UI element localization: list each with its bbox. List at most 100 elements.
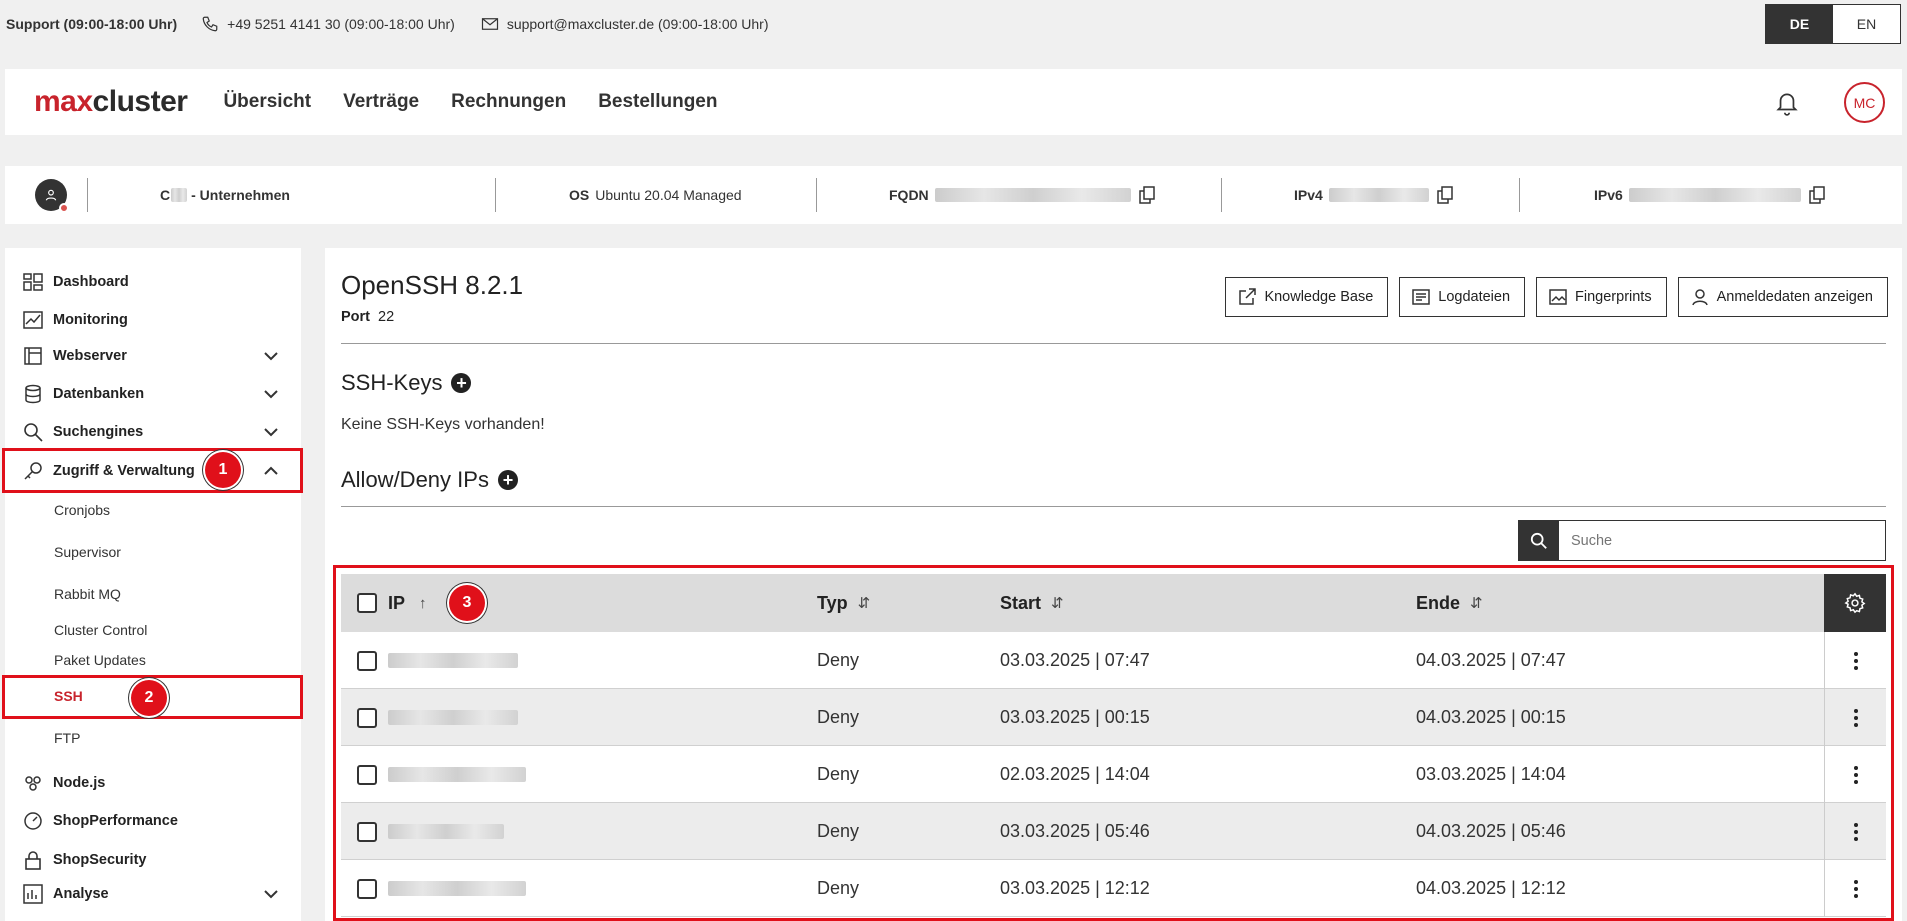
sidebar-subitem-ftp[interactable]: FTP — [54, 730, 80, 746]
fqdn-redacted — [934, 188, 1131, 202]
sidebar-subitem-paket-updates[interactable]: Paket Updates — [54, 652, 146, 668]
support-phone[interactable]: +49 5251 4141 30 (09:00-18:00 Uhr) — [201, 15, 455, 33]
nav-bestellungen[interactable]: Bestellungen — [598, 91, 717, 113]
support-phone-text: +49 5251 4141 30 (09:00-18:00 Uhr) — [227, 16, 455, 32]
ipv4-redacted — [1328, 188, 1429, 202]
ssh-keys-title: SSH-Keys — [341, 370, 443, 395]
sidebar-item-dashboard[interactable]: Dashboard — [5, 264, 301, 300]
sidebar-item-datenbanken[interactable]: Datenbanken — [5, 376, 301, 412]
lang-de-button[interactable]: DE — [1766, 5, 1833, 43]
logo-max: max — [34, 85, 93, 118]
nav-vertraege[interactable]: Verträge — [343, 91, 419, 113]
server-user-icon — [35, 179, 69, 213]
sidebar-item-label: Analyse — [53, 886, 109, 902]
sidebar-item-label: Monitoring — [53, 312, 128, 328]
port-info: Port 22 — [341, 309, 394, 325]
divider — [816, 178, 817, 212]
search-icon — [22, 421, 44, 443]
add-ssh-key-icon[interactable]: + — [451, 373, 472, 393]
status-dot — [59, 203, 69, 213]
sidebar-item-shopsecurity[interactable]: ShopSecurity — [5, 842, 301, 878]
search-button[interactable] — [1519, 521, 1559, 560]
log-icon — [1412, 289, 1431, 305]
nav-uebersicht[interactable]: Übersicht — [223, 91, 311, 113]
gauge-icon — [22, 810, 44, 832]
divider — [341, 343, 1886, 344]
sidebar-subitem-supervisor[interactable]: Supervisor — [54, 544, 121, 560]
action-buttons: Knowledge Base Logdateien Fingerprints A… — [1214, 277, 1888, 317]
highlight-box-3 — [333, 565, 1894, 921]
support-title: Support (09:00-18:00 Uhr) — [6, 16, 178, 32]
customer-suffix: - Unternehmen — [191, 187, 290, 203]
logo[interactable]: max cluster — [34, 85, 188, 119]
divider — [495, 178, 496, 212]
sidebar-item-suchengines[interactable]: Suchengines — [5, 414, 301, 450]
dashboard-icon — [22, 271, 44, 293]
fqdn-label: FQDN — [889, 187, 929, 203]
allow-deny-title: Allow/Deny IPs — [341, 467, 489, 492]
sidebar-item-webserver[interactable]: Webserver — [5, 338, 301, 374]
ssh-keys-empty-message: Keine SSH-Keys vorhanden! — [341, 416, 545, 433]
ipv6-label: IPv6 — [1594, 187, 1623, 203]
sidebar-item-monitoring[interactable]: Monitoring — [5, 302, 301, 338]
fqdn-info: FQDN — [889, 166, 1155, 224]
sidebar-item-label: Node.js — [53, 775, 106, 791]
sidebar-item-label: Datenbanken — [53, 386, 145, 402]
logo-cluster: cluster — [92, 85, 188, 118]
customer-redacted — [171, 188, 188, 202]
sidebar-item-label: ShopSecurity — [53, 852, 147, 868]
sidebar-item-nodejs[interactable]: Node.js — [5, 765, 301, 801]
ipv6-redacted — [1628, 188, 1801, 202]
monitoring-icon — [22, 309, 44, 331]
main-nav: Übersicht Verträge Rechnungen Bestellung… — [223, 91, 749, 113]
support-email[interactable]: support@maxcluster.de (09:00-18:00 Uhr) — [481, 16, 769, 32]
user-avatar[interactable]: MC — [1844, 82, 1885, 123]
copy-ipv6-icon[interactable] — [1809, 186, 1825, 204]
support-email-text: support@maxcluster.de (09:00-18:00 Uhr) — [506, 16, 769, 32]
sidebar-item-shopperformance[interactable]: ShopPerformance — [5, 803, 301, 839]
copy-fqdn-icon[interactable] — [1138, 186, 1155, 204]
highlight-box-1 — [2, 448, 303, 493]
anmeldedaten-button[interactable]: Anmeldedaten anzeigen — [1677, 277, 1888, 317]
lang-en-button[interactable]: EN — [1833, 5, 1900, 43]
copy-ipv4-icon[interactable] — [1437, 186, 1453, 204]
notifications-bell-icon[interactable] — [1774, 89, 1800, 122]
phone-icon — [202, 16, 218, 32]
divider — [87, 178, 88, 212]
port-value: 22 — [378, 309, 395, 325]
chevron-down-icon — [264, 352, 278, 361]
divider — [341, 506, 1886, 507]
nav-rechnungen[interactable]: Rechnungen — [451, 91, 566, 113]
language-switch: DE EN — [1765, 4, 1901, 44]
annotation-badge-3: 3 — [449, 585, 485, 621]
sidebar-item-label: Webserver — [53, 348, 127, 364]
external-link-icon — [1239, 288, 1257, 305]
sidebar-item-label: Suchengines — [53, 424, 144, 440]
analyse-icon — [22, 883, 44, 905]
search-input[interactable] — [1559, 521, 1885, 560]
knowledge-base-button[interactable]: Knowledge Base — [1225, 277, 1389, 317]
support-bar: Support (09:00-18:00 Uhr) +49 5251 4141 … — [0, 0, 1907, 48]
sidebar-subitem-cluster-control[interactable]: Cluster Control — [54, 622, 147, 638]
knowledge-base-label: Knowledge Base — [1264, 289, 1374, 305]
fingerprints-button[interactable]: Fingerprints — [1536, 277, 1667, 317]
logdateien-button[interactable]: Logdateien — [1399, 277, 1526, 317]
user-icon — [1691, 289, 1708, 306]
annotation-badge-2: 2 — [131, 680, 167, 716]
main-content: OpenSSH 8.2.1 Port 22 Knowledge Base Logd… — [325, 248, 1902, 921]
sidebar-subitem-rabbitmq[interactable]: Rabbit MQ — [54, 586, 121, 602]
ssh-keys-section-title: SSH-Keys + — [341, 370, 472, 396]
sidebar-subitem-cronjobs[interactable]: Cronjobs — [54, 502, 110, 518]
os-value: Ubuntu 20.04 Managed — [595, 187, 742, 203]
chevron-down-icon — [264, 890, 278, 899]
search-icon — [1530, 532, 1547, 549]
sidebar-item-analyse[interactable]: Analyse — [5, 876, 301, 912]
lock-icon — [22, 849, 44, 871]
ipv6-info: IPv6 — [1594, 166, 1825, 224]
logdateien-label: Logdateien — [1438, 289, 1511, 305]
port-label: Port — [341, 309, 370, 325]
add-ip-rule-icon[interactable]: + — [497, 470, 518, 490]
database-icon — [22, 383, 44, 405]
chevron-down-icon — [264, 428, 278, 437]
chevron-down-icon — [264, 390, 278, 399]
